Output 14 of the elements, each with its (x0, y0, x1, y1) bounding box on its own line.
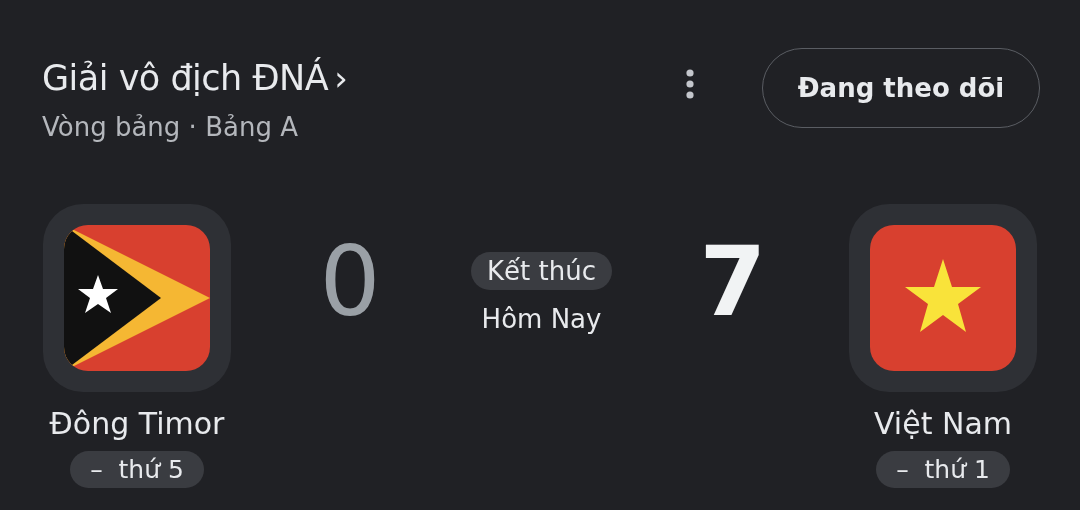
match-status: Kết thúc (471, 252, 612, 290)
competition-stage: Vòng bảng · Bảng A (42, 112, 299, 142)
flag-icon (64, 225, 210, 371)
team-name: Việt Nam (874, 406, 1012, 441)
chevron-icon[interactable]: › (334, 58, 348, 98)
flag-icon (870, 225, 1016, 371)
competition-title[interactable]: Giải vô địch ĐNÁ (42, 58, 329, 98)
team-name: Đông Timor (49, 406, 225, 441)
match-date: Hôm Nay (481, 304, 602, 334)
team-score: 0 (318, 234, 382, 330)
menu-icon[interactable] (685, 69, 695, 99)
team-rank: – thứ 1 (876, 451, 1010, 488)
team-rank: – thứ 5 (70, 451, 204, 488)
team-score: 7 (698, 234, 768, 330)
